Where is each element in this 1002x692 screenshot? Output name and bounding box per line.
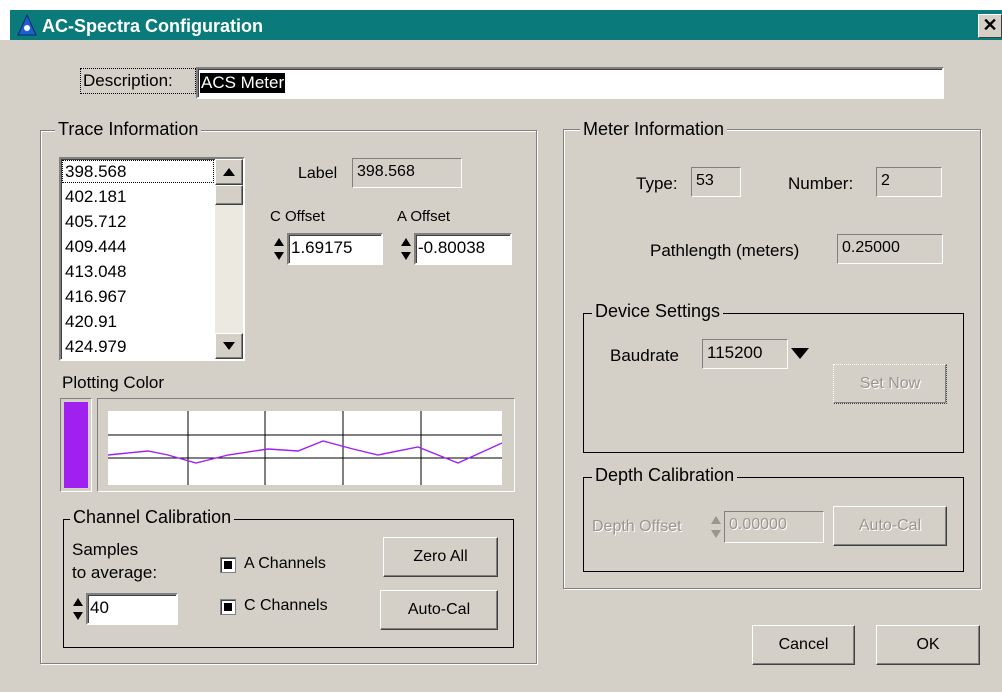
scroll-up-button[interactable]	[215, 159, 243, 185]
a-offset-spinner[interactable]	[400, 236, 412, 262]
wavelength-list-item[interactable]: 413.048	[61, 259, 215, 284]
plotting-color-label: Plotting Color	[62, 373, 165, 392]
label-caption: Label	[298, 165, 338, 182]
baudrate-value: 115200	[702, 339, 788, 369]
c-channels-label: C Channels	[244, 597, 328, 614]
a-channels-checkbox[interactable]	[220, 557, 236, 573]
samples-label-line1: Samples	[72, 540, 139, 559]
a-offset-label: A Offset	[397, 208, 451, 225]
description-label: Description:	[80, 68, 196, 94]
description-value: ACS Meter	[200, 73, 286, 93]
plot-preview-frame	[97, 398, 515, 492]
spinner-arrows-icon	[401, 238, 411, 260]
app-icon	[17, 14, 37, 36]
list-scrollbar[interactable]	[215, 159, 243, 359]
color-swatch-frame	[60, 398, 92, 492]
depth-auto-cal-button[interactable]: Auto-Cal	[833, 506, 947, 546]
wavelength-list-item[interactable]: 405.712	[61, 209, 215, 234]
channel-calibration-label: Channel Calibration	[70, 507, 235, 528]
samples-label-line2: to average:	[72, 563, 158, 582]
depth-calibration-label: Depth Calibration	[592, 465, 738, 486]
close-icon: ✕	[982, 15, 998, 35]
wavelength-list-item[interactable]: 402.181	[61, 184, 215, 209]
wavelength-list-item[interactable]: 416.967	[61, 284, 215, 309]
meter-information-label: Meter Information	[580, 119, 728, 140]
auto-cal-button[interactable]: Auto-Cal	[380, 590, 498, 630]
plot-preview	[108, 411, 502, 485]
spinner-arrows-icon	[711, 516, 721, 538]
wavelength-list-item[interactable]: 420.91	[61, 309, 215, 334]
cancel-button[interactable]: Cancel	[752, 625, 855, 665]
type-field: 53	[691, 167, 741, 197]
pathlength-field: 0.25000	[837, 234, 943, 264]
plot-color-swatch[interactable]	[64, 402, 88, 488]
pathlength-label: Pathlength (meters)	[650, 241, 800, 260]
spinner-arrows-icon	[73, 598, 83, 620]
depth-offset-label: Depth Offset	[592, 518, 682, 535]
c-channels-checkbox[interactable]	[220, 599, 236, 615]
c-offset-spinner[interactable]	[273, 236, 285, 262]
baudrate-label: Baudrate	[610, 346, 679, 365]
baudrate-select[interactable]: 115200	[702, 339, 814, 371]
a-offset-input[interactable]: -0.80038	[414, 233, 512, 265]
wavelength-list-item[interactable]: 409.444	[61, 234, 215, 259]
wavelength-list-item[interactable]: 424.979	[61, 334, 215, 359]
type-label: Type:	[636, 174, 678, 193]
chevron-down-icon	[791, 348, 809, 359]
label-field: 398.568	[352, 158, 462, 188]
scroll-up-icon	[223, 168, 235, 176]
close-button[interactable]: ✕	[978, 14, 1002, 38]
number-field: 2	[876, 167, 942, 197]
wavelength-list-item[interactable]: 398.568	[61, 159, 215, 184]
wavelength-list[interactable]: 398.568 402.181 405.712 409.444 413.048 416.9…	[59, 157, 245, 361]
zero-all-button[interactable]: Zero All	[383, 537, 498, 577]
trace-information-label: Trace Information	[55, 119, 202, 140]
samples-spinner[interactable]	[72, 596, 84, 622]
description-input[interactable]: ACS Meter	[196, 67, 944, 99]
scroll-down-icon	[223, 342, 235, 350]
samples-input[interactable]: 40	[86, 593, 178, 625]
title-bar: AC-Spectra Configuration ✕	[0, 0, 1002, 40]
spinner-arrows-icon	[274, 238, 284, 260]
number-label: Number:	[788, 174, 854, 193]
scroll-thumb[interactable]	[215, 185, 243, 205]
device-settings-label: Device Settings	[592, 301, 724, 322]
c-offset-input[interactable]: 1.69175	[287, 233, 383, 265]
depth-offset-spinner[interactable]	[710, 514, 722, 540]
ok-button[interactable]: OK	[876, 625, 980, 665]
check-mark-icon	[224, 561, 232, 569]
window-title: AC-Spectra Configuration	[42, 16, 264, 36]
c-offset-label: C Offset	[270, 208, 325, 225]
a-channels-label: A Channels	[244, 555, 326, 572]
wavelength-list-items: 398.568 402.181 405.712 409.444 413.048 416.9…	[61, 159, 215, 359]
depth-offset-input[interactable]: 0.00000	[724, 511, 824, 543]
set-now-button[interactable]: Set Now	[833, 364, 947, 404]
scroll-down-button[interactable]	[215, 333, 243, 359]
check-mark-icon	[224, 603, 232, 611]
